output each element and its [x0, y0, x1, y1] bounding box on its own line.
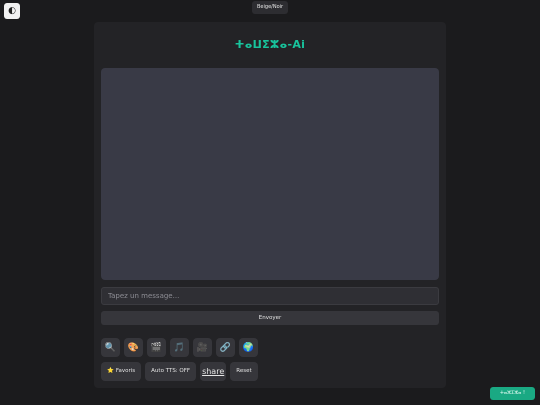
camera-tool-button[interactable]: 🎥 [193, 338, 212, 357]
tool-bar: 🔍 🎨 🎬 🎵 🎥 🔗 🌍 [101, 338, 258, 357]
star-icon: ⭐ [107, 368, 114, 374]
reset-button[interactable]: Reset [230, 362, 258, 381]
link-tool-button[interactable]: 🔗 [216, 338, 235, 357]
music-tool-button[interactable]: 🎵 [170, 338, 189, 357]
clapper-icon: 🎬 [150, 342, 163, 353]
video-tool-button[interactable]: 🎬 [147, 338, 166, 357]
globe-icon: 🌍 [242, 342, 255, 353]
auto-tts-button[interactable]: Auto TTS: OFF [145, 362, 197, 381]
action-bar: ⭐ Favoris Auto TTS: OFF share Reset [101, 362, 258, 381]
image-tool-button[interactable]: 🎨 [124, 338, 143, 357]
moon-icon: ◐ [8, 6, 16, 16]
favoris-button[interactable]: ⭐ Favoris [101, 362, 142, 381]
message-input[interactable] [101, 287, 439, 305]
globe-tool-button[interactable]: 🌍 [239, 338, 258, 357]
share-button[interactable]: share [200, 362, 227, 381]
app-title: ⵜⴰⵡⵉⵣⴰ-Ai [234, 38, 306, 51]
chat-messages-area[interactable] [101, 68, 439, 280]
theme-icon-button[interactable]: ◐ [4, 3, 20, 19]
music-icon: 🎵 [173, 342, 186, 353]
link-icon: 🔗 [219, 342, 232, 353]
palette-icon: 🎨 [127, 342, 140, 353]
search-icon: 🔍 [104, 342, 117, 353]
video-camera-icon: 🎥 [196, 342, 209, 353]
theme-toggle-button[interactable]: Beige/Noir [252, 1, 289, 14]
search-tool-button[interactable]: 🔍 [101, 338, 120, 357]
status-badge[interactable]: ⵜⴰⵣⵉⵣⴰ ! [490, 387, 535, 400]
chat-panel: ⵜⴰⵡⵉⵣⴰ-Ai Envoyer 🔍 🎨 🎬 🎵 🎥 🔗 🌍 ⭐ Favori… [94, 22, 446, 388]
favoris-label: Favoris [115, 368, 136, 374]
send-button[interactable]: Envoyer [101, 311, 439, 325]
